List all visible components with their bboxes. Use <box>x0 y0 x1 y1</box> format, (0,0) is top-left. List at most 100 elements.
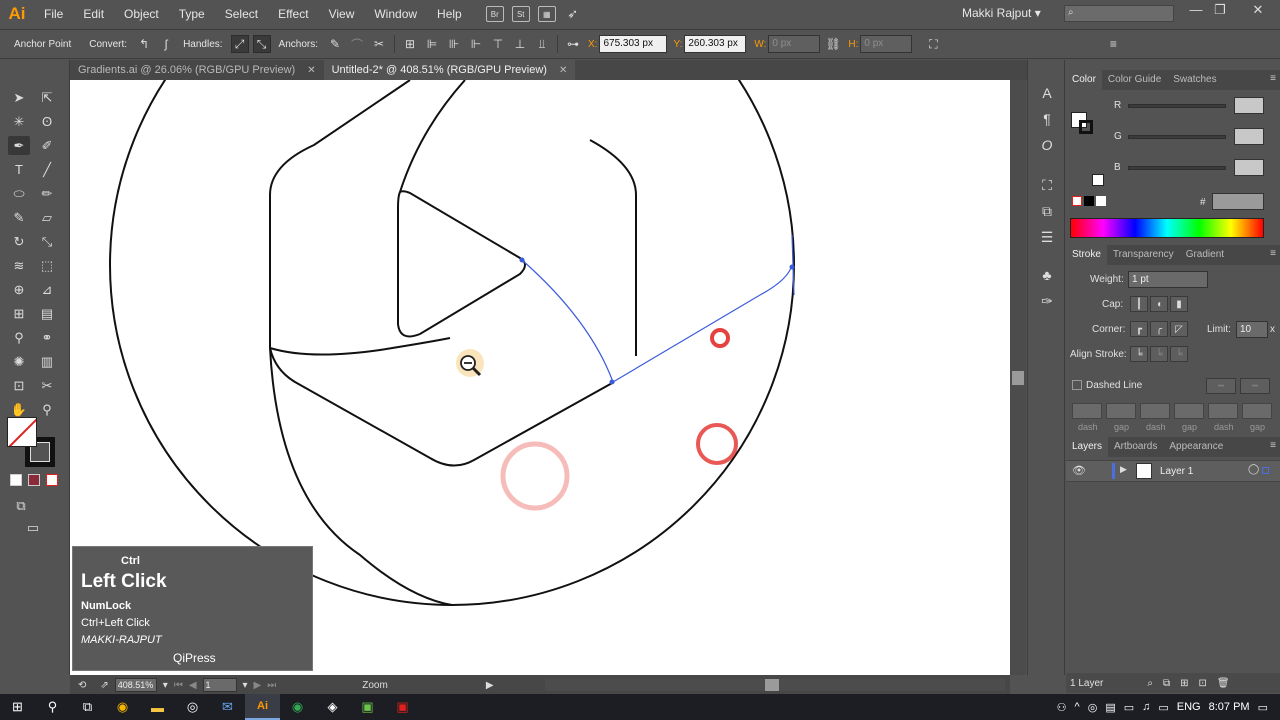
transform-panel-icon[interactable]: ⛶ <box>1037 176 1057 194</box>
search-icon[interactable]: ⚲ <box>35 694 70 720</box>
warp-tool-icon[interactable]: ≋ <box>8 256 30 275</box>
arrange-documents-icon[interactable]: ▦ <box>537 6 556 22</box>
h-input[interactable]: 0 px <box>860 35 913 53</box>
menu-edit[interactable]: Edit <box>73 0 114 28</box>
character-icon[interactable]: A <box>1037 84 1057 102</box>
new-sublayer-icon[interactable]: ⊞ <box>1180 678 1188 689</box>
b-value-field[interactable] <box>1234 159 1264 176</box>
notification-icon[interactable]: ▭ <box>1258 701 1268 714</box>
g-value-field[interactable] <box>1234 128 1264 145</box>
dash-preserve-icon[interactable]: ┅ <box>1206 378 1236 394</box>
menu-window[interactable]: Window <box>364 0 427 28</box>
connect-anchor-icon[interactable]: ⌒ <box>348 35 366 53</box>
last-artboard-icon[interactable]: ⏭ <box>267 680 276 691</box>
chevron-down-icon[interactable]: ▾ <box>163 680 168 691</box>
column-graph-tool-icon[interactable]: ▥ <box>36 352 58 371</box>
align-panel-icon[interactable]: ☰ <box>1037 228 1057 246</box>
close-icon[interactable]: ✕ <box>307 65 315 76</box>
lasso-tool-icon[interactable]: ʘ <box>36 112 58 131</box>
illustrator-taskbar-icon[interactable]: Ai <box>245 694 280 720</box>
menu-file[interactable]: File <box>34 0 73 28</box>
bevel-join-icon[interactable]: ◸ <box>1170 321 1188 337</box>
export-icon[interactable]: ⇗ <box>100 680 108 691</box>
camera-icon[interactable]: ◈ <box>315 694 350 720</box>
y-input[interactable]: 260.303 px <box>684 35 747 53</box>
color-stroke-swatch[interactable] <box>1079 120 1093 134</box>
anchor-point[interactable] <box>609 379 615 385</box>
align-left-icon[interactable]: ⊫ <box>423 35 441 53</box>
file-explorer-icon[interactable]: ▬ <box>140 694 175 720</box>
menu-select[interactable]: Select <box>215 0 268 28</box>
locate-object-icon[interactable]: ⌕ <box>1147 678 1153 689</box>
scale-tool-icon[interactable]: ⤡ <box>36 232 58 251</box>
chrome-icon[interactable]: ◉ <box>280 694 315 720</box>
tab-artboards[interactable]: Artboards <box>1108 437 1163 457</box>
gpu-performance-icon[interactable]: ➶ <box>564 6 582 22</box>
new-layer-icon[interactable]: ⊡ <box>1199 678 1207 689</box>
round-cap-icon[interactable]: ◖ <box>1150 296 1168 312</box>
task-view-icon[interactable]: ⧉ <box>70 694 105 720</box>
x-input[interactable]: 675.303 px <box>599 35 668 53</box>
selection-indicator[interactable] <box>1262 467 1269 474</box>
close-button[interactable]: ✕ <box>1244 2 1272 18</box>
mesh-tool-icon[interactable]: ⊞ <box>8 304 30 323</box>
anchor-point[interactable] <box>519 257 525 263</box>
r-value-field[interactable] <box>1234 97 1264 114</box>
vertical-scroll-thumb[interactable] <box>1012 371 1024 385</box>
butt-cap-icon[interactable]: ┃ <box>1130 296 1148 312</box>
windows-start-icon[interactable]: ⊞ <box>0 694 35 720</box>
restore-button[interactable]: ❐ <box>1206 2 1234 18</box>
none-mode-icon[interactable] <box>46 474 58 486</box>
vertical-scrollbar[interactable] <box>1010 80 1026 675</box>
menu-view[interactable]: View <box>319 0 365 28</box>
link-proportions-icon[interactable]: ⛓ <box>824 35 842 53</box>
out-of-gamut-swatch[interactable] <box>1092 174 1104 186</box>
blend-tool-icon[interactable]: ⚭ <box>36 328 58 347</box>
ellipse-tool-icon[interactable]: ⬭ <box>8 184 30 203</box>
align-top-icon[interactable]: ⊤ <box>489 35 507 53</box>
paragraph-icon[interactable]: ¶ <box>1037 110 1057 128</box>
volume-icon[interactable]: ♫ <box>1142 701 1150 713</box>
paintbrush-tool-icon[interactable]: ✏ <box>36 184 58 203</box>
w-input[interactable]: 0 px <box>768 35 821 53</box>
selection-tool-icon[interactable]: ➤ <box>8 88 30 107</box>
panel-menu-icon[interactable]: ≡ <box>1270 248 1276 259</box>
tab-gradient[interactable]: Gradient <box>1180 245 1230 265</box>
expand-arrow-icon[interactable]: ▶ <box>1120 464 1127 475</box>
people-icon[interactable]: ⚇ <box>1057 701 1067 714</box>
symbols-icon[interactable]: ♣ <box>1037 266 1057 284</box>
weight-field[interactable]: 1 pt <box>1128 271 1208 288</box>
align-outside-stroke-icon[interactable]: ╘ <box>1170 346 1188 362</box>
dashed-line-checkbox[interactable] <box>1072 380 1082 390</box>
tab-layers[interactable]: Layers <box>1066 437 1109 457</box>
target-icon[interactable]: ◯ <box>1248 464 1259 475</box>
red-app-icon[interactable]: ▣ <box>385 694 420 720</box>
magic-wand-tool-icon[interactable]: ✳ <box>8 112 30 131</box>
menu-effect[interactable]: Effect <box>268 0 318 28</box>
battery-icon[interactable]: ▭ <box>1124 701 1134 714</box>
reference-point-icon[interactable]: ⊶ <box>564 35 582 53</box>
screen-mode-icon[interactable]: ▭ <box>22 518 44 537</box>
draw-mode-icon[interactable]: ⧉ <box>10 496 32 515</box>
tab-stroke[interactable]: Stroke <box>1066 245 1107 265</box>
tab-swatches[interactable]: Swatches <box>1167 70 1222 90</box>
bridge-icon[interactable]: Br <box>485 6 504 22</box>
gradient-mode-icon[interactable] <box>28 474 40 486</box>
remove-anchor-icon[interactable]: ✎ <box>326 35 344 53</box>
transform-icon[interactable]: ⛶ <box>924 35 942 53</box>
fill-swatch[interactable] <box>7 417 37 447</box>
clock[interactable]: 8:07 PM <box>1209 701 1250 713</box>
b-slider[interactable] <box>1128 166 1226 170</box>
menu-type[interactable]: Type <box>169 0 215 28</box>
round-join-icon[interactable]: ╭ <box>1150 321 1168 337</box>
media-player-icon[interactable]: ◎ <box>175 694 210 720</box>
dash-field-3[interactable] <box>1208 403 1238 419</box>
artboard-number-field[interactable]: 1 <box>202 678 237 692</box>
tab-untitled-2[interactable]: Untitled-2* @ 408.51% (RGB/GPU Preview) ✕ <box>323 60 576 80</box>
isolate-icon[interactable]: ⊞ <box>401 35 419 53</box>
artboard-tool-icon[interactable]: ⊡ <box>8 376 30 395</box>
convert-corner-icon[interactable]: ↰ <box>135 35 153 53</box>
panel-menu-icon[interactable]: ≡ <box>1270 440 1276 451</box>
slice-tool-icon[interactable]: ✂ <box>36 376 58 395</box>
convert-smooth-icon[interactable]: ʃ <box>157 35 175 53</box>
